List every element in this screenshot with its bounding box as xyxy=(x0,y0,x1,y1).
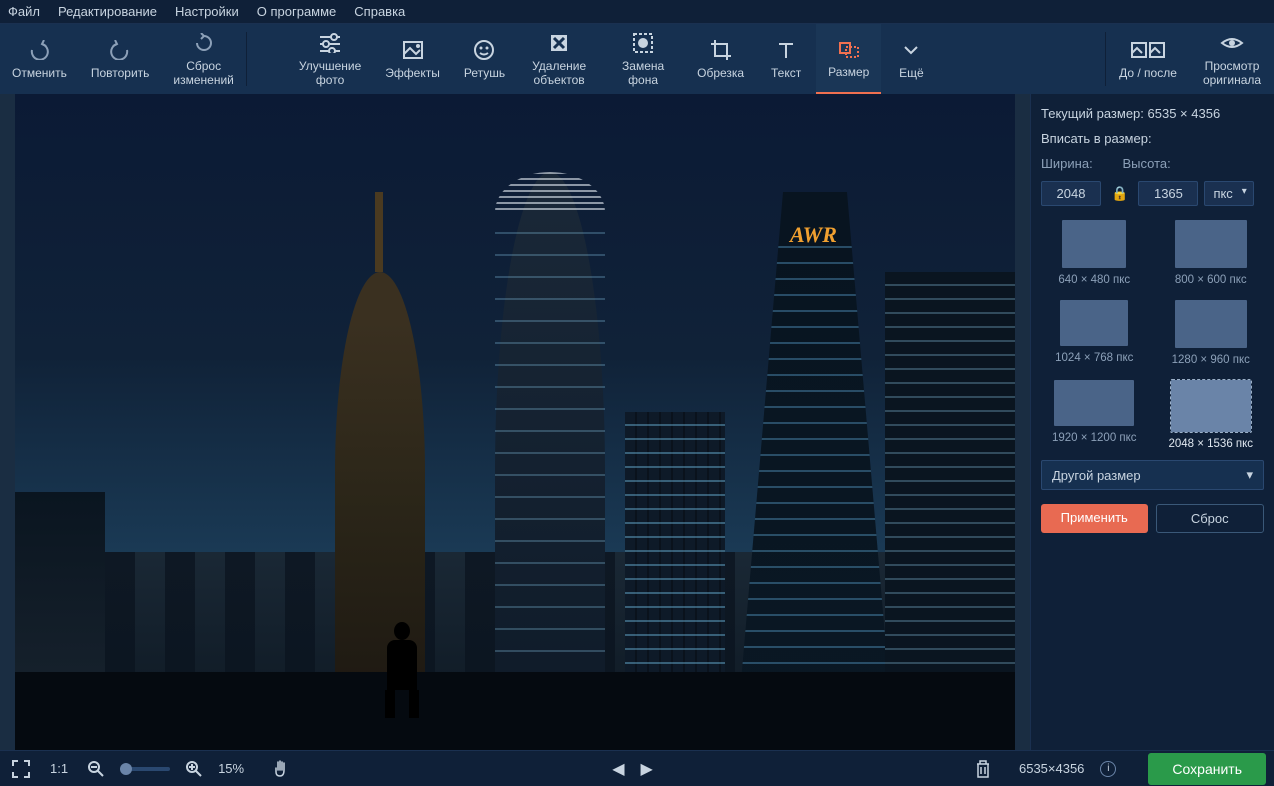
menu-settings[interactable]: Настройки xyxy=(175,4,239,19)
resize-icon xyxy=(838,37,860,61)
unit-select[interactable]: пкс xyxy=(1204,181,1253,206)
menu-edit[interactable]: Редактирование xyxy=(58,4,157,19)
canvas-area[interactable]: AWR xyxy=(0,94,1030,750)
preset-grid: 640 × 480 пкс800 × 600 пкс1024 × 768 пкс… xyxy=(1041,220,1264,450)
reset-button[interactable]: Сброс xyxy=(1156,504,1265,533)
bg-icon xyxy=(632,31,654,55)
next-image-button[interactable]: ▶ xyxy=(637,755,657,783)
more-button[interactable]: Ещё xyxy=(881,24,941,94)
reset-changes-button[interactable]: Сброс изменений xyxy=(161,24,245,94)
size-preset[interactable]: 2048 × 1536 пкс xyxy=(1158,380,1265,450)
redo-button[interactable]: Повторить xyxy=(79,24,162,94)
bottom-bar: 1:1 15% ◀ ▶ 6535×4356 i Сохранить xyxy=(0,750,1274,786)
compare-icon xyxy=(1131,38,1165,62)
dimensions-label: 6535×4356 xyxy=(1019,761,1084,776)
replace-bg-button[interactable]: Замена фона xyxy=(601,24,685,94)
resize-button[interactable]: Размер xyxy=(816,24,881,94)
info-button[interactable]: i xyxy=(1100,761,1116,777)
undo-icon xyxy=(28,38,50,62)
fit-button[interactable]: 1:1 xyxy=(46,757,72,780)
crop-icon xyxy=(710,38,732,62)
size-preset[interactable]: 1280 × 960 пкс xyxy=(1158,300,1265,366)
prev-image-button[interactable]: ◀ xyxy=(608,755,628,783)
reset-icon xyxy=(193,31,215,55)
save-button[interactable]: Сохранить xyxy=(1148,753,1266,785)
height-input[interactable] xyxy=(1138,181,1198,206)
width-label: Ширина: xyxy=(1041,156,1117,171)
chevron-down-icon xyxy=(903,38,919,62)
delete-button[interactable] xyxy=(971,756,995,782)
size-preset[interactable]: 1920 × 1200 пкс xyxy=(1041,380,1148,450)
menu-file[interactable]: Файл xyxy=(8,4,40,19)
sliders-icon xyxy=(318,31,342,55)
chevron-down-icon: ▾ xyxy=(1246,467,1253,483)
zoom-slider[interactable] xyxy=(120,767,170,771)
zoom-out-button[interactable] xyxy=(84,757,108,781)
other-size-dropdown[interactable]: Другой размер ▾ xyxy=(1041,460,1264,490)
menu-about[interactable]: О программе xyxy=(257,4,337,19)
undo-button[interactable]: Отменить xyxy=(0,24,79,94)
fullscreen-button[interactable] xyxy=(8,756,34,782)
toolbar: Отменить Повторить Сброс изменений Улучш… xyxy=(0,24,1274,94)
effects-button[interactable]: Эффекты xyxy=(373,24,452,94)
text-button[interactable]: Текст xyxy=(756,24,816,94)
menu-bar: Файл Редактирование Настройки О программ… xyxy=(0,0,1274,24)
face-icon xyxy=(473,38,495,62)
retouch-button[interactable]: Ретушь xyxy=(452,24,517,94)
redo-icon xyxy=(109,38,131,62)
resize-panel: Текущий размер: 6535 × 4356 Вписать в ра… xyxy=(1030,94,1274,750)
before-after-button[interactable]: До / после xyxy=(1106,24,1190,94)
crop-button[interactable]: Обрезка xyxy=(685,24,756,94)
menu-help[interactable]: Справка xyxy=(354,4,405,19)
size-preset[interactable]: 1024 × 768 пкс xyxy=(1041,300,1148,366)
current-size-row: Текущий размер: 6535 × 4356 xyxy=(1041,106,1264,121)
zoom-in-button[interactable] xyxy=(182,757,206,781)
fit-label: Вписать в размер: xyxy=(1041,131,1264,146)
pan-button[interactable] xyxy=(268,756,294,782)
size-preset[interactable]: 640 × 480 пкс xyxy=(1041,220,1148,286)
height-label: Высота: xyxy=(1123,156,1199,171)
eye-icon xyxy=(1220,31,1244,55)
width-input[interactable] xyxy=(1041,181,1101,206)
enhance-button[interactable]: Улучшение фото xyxy=(287,24,373,94)
image-preview: AWR xyxy=(15,94,1015,750)
effects-icon xyxy=(402,38,424,62)
zoom-value: 15% xyxy=(218,761,244,776)
erase-icon xyxy=(548,31,570,55)
text-icon xyxy=(776,38,796,62)
apply-button[interactable]: Применить xyxy=(1041,504,1148,533)
remove-objects-button[interactable]: Удаление объектов xyxy=(517,24,601,94)
size-preset[interactable]: 800 × 600 пкс xyxy=(1158,220,1265,286)
lock-aspect-icon[interactable]: 🔒 xyxy=(1107,185,1132,202)
view-original-button[interactable]: Просмотр оригинала xyxy=(1190,24,1274,94)
